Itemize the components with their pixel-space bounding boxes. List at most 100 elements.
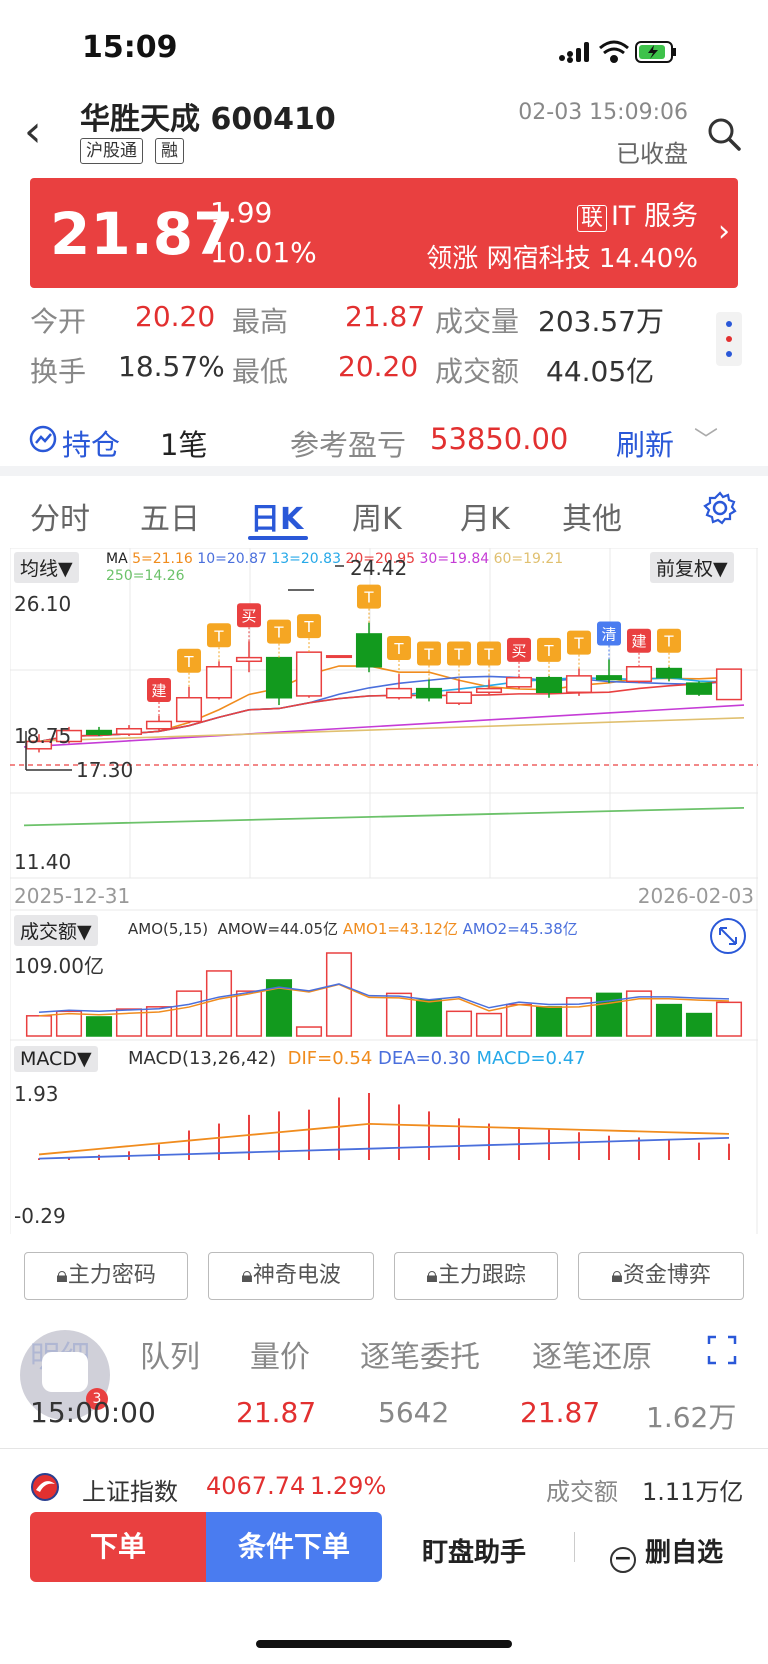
macd-y-top: 1.93 (14, 1082, 59, 1106)
price-change-pct: 10.01% (210, 236, 317, 269)
max-price-label: 24.42 (350, 556, 408, 580)
amount-bar (85, 1016, 113, 1037)
date-end: 2026-02-03 (637, 884, 754, 908)
tab-volume-price[interactable]: 量价 (250, 1332, 310, 1376)
status-icons (559, 40, 676, 63)
quote-stats: 今开 20.20 最高 21.87 成交量 203.57万 换手 18.57% … (30, 300, 730, 400)
leader-pct: 14.40% (598, 244, 698, 274)
ma30-value: 30=19.84 (419, 551, 490, 567)
date-start: 2025-12-31 (14, 884, 131, 908)
turnover-label: 换手 (30, 355, 87, 388)
settings-gear-icon[interactable] (702, 490, 738, 526)
amo-label: AMO(5,15) (128, 920, 209, 938)
holding-row[interactable]: 持仓 1笔 参考盈亏 53850.00 刷新 ﹀ (0, 416, 768, 466)
candle-body (715, 668, 743, 701)
ma5-value: 5=21.16 (132, 551, 193, 567)
tab-weekly-k[interactable]: 周K (352, 494, 402, 538)
search-icon[interactable] (706, 116, 742, 152)
main-code-button[interactable]: 🔒︎主力密码 (24, 1252, 188, 1300)
candle-body (655, 667, 683, 679)
candle-body (355, 633, 383, 668)
holding-icon (29, 425, 57, 453)
wifi-icon (599, 40, 629, 63)
adjust-button[interactable]: 前复权▼ (650, 552, 734, 583)
more-menu-icon[interactable] (716, 312, 742, 366)
order-button[interactable]: 下单 (30, 1512, 206, 1582)
amount-value: 44.05亿 (546, 355, 655, 388)
index-amount: 1.11万亿 (642, 1478, 744, 1506)
holding-count: 1笔 (160, 428, 208, 462)
trade-price-2: 21.87 (520, 1396, 601, 1429)
candle-body (505, 676, 533, 688)
low-label: 最低 (232, 355, 289, 388)
leader-label: 领涨 (426, 244, 479, 274)
signal-text: 买 (511, 642, 526, 660)
signal-text: T (393, 640, 404, 658)
status-time: 15:09 (82, 30, 178, 65)
divider (574, 1532, 575, 1562)
ma250-value: 250=14.26 (106, 568, 185, 584)
divider (0, 1448, 768, 1449)
amount-bar (295, 1026, 323, 1037)
high-value: 21.87 (345, 300, 426, 333)
conditional-order-button[interactable]: 条件下单 (206, 1512, 382, 1582)
expand-circle-icon[interactable] (708, 916, 748, 956)
tab-monthly-k[interactable]: 月K (460, 494, 510, 538)
divider (0, 466, 768, 476)
tab-tick-replay[interactable]: 逐笔还原 (532, 1332, 652, 1376)
amount-indicator-button[interactable]: 成交额▼ (14, 915, 98, 946)
amount-bar (25, 1015, 53, 1037)
ma60-value: 60=19.21 (493, 551, 564, 567)
sector-link[interactable]: 联 IT 服务 (576, 194, 698, 233)
status-bar: 15:09 (0, 0, 768, 90)
y-axis-mid: 18.75 (14, 724, 72, 748)
ma10-value: 10=20.87 (197, 551, 267, 567)
amount-bar (325, 952, 353, 1037)
price-change: 1.99 (210, 196, 273, 229)
ma-indicator-button[interactable]: 均线▼ (14, 552, 79, 583)
minus-circle-icon: − (610, 1547, 636, 1573)
tab-order-by-order[interactable]: 逐笔委托 (360, 1332, 480, 1376)
tag-hk-connect: 沪股通 (80, 138, 143, 164)
refresh-button[interactable]: 刷新 (616, 422, 674, 464)
candle-body (565, 675, 593, 694)
tab-other[interactable]: 其他 (562, 494, 622, 538)
candle-body (295, 651, 323, 697)
trade-time: 15:00:00 (30, 1396, 156, 1429)
open-label: 今开 (30, 305, 87, 338)
price-banner[interactable]: 21.87 1.99 10.01% 联 IT 服务 领涨 网宿科技 14.40% … (30, 178, 738, 288)
tab-intraday[interactable]: 分时 (30, 494, 90, 538)
amount-bar (235, 990, 263, 1037)
amount-bar (505, 1003, 533, 1037)
candle-body (445, 691, 473, 704)
trade-amount: 1.62万 (646, 1401, 737, 1434)
macd-label: MACD(13,26,42) (128, 1048, 277, 1069)
main-track-button[interactable]: 🔒︎主力跟踪 (394, 1252, 558, 1300)
index-name: 上证指数 (82, 1478, 178, 1506)
back-button[interactable]: ‹ (24, 110, 42, 154)
remove-watchlist-button[interactable]: − 删自选 (610, 1532, 723, 1573)
amow-value: AMOW=44.05亿 (217, 920, 339, 938)
amount-bar (445, 1010, 473, 1037)
chevron-down-icon[interactable]: ﹀ (694, 420, 718, 455)
high-label: 最高 (232, 305, 289, 338)
index-value: 4067.74 (206, 1472, 306, 1500)
tab-queue[interactable]: 队列 (140, 1332, 200, 1376)
low-value: 20.20 (338, 350, 419, 383)
index-bar[interactable]: 上证指数 4067.74 1.29% 成交额 1.11万亿 (0, 1458, 768, 1518)
tab-daily-k[interactable]: 日K (250, 494, 303, 538)
fullscreen-icon[interactable] (706, 1334, 738, 1366)
chevron-right-icon[interactable]: › (718, 214, 730, 249)
ma-legend-label: MA (106, 551, 128, 567)
kline-chart-area[interactable]: 建TT买TTTTTTT买TT清建T 均线▼ MA 5=21.16 10=20.8… (10, 548, 758, 1234)
pnl-value: 53850.00 (430, 422, 569, 456)
battery-icon (635, 41, 676, 63)
macd-indicator-button[interactable]: MACD▼ (14, 1046, 98, 1072)
y-axis-top: 26.10 (14, 592, 72, 616)
fund-game-button[interactable]: 🔒︎资金博弈 (578, 1252, 744, 1300)
magic-wave-button[interactable]: 🔒︎神奇电波 (208, 1252, 374, 1300)
candle-body (625, 665, 653, 683)
amount-bar (655, 1003, 683, 1037)
watch-helper-button[interactable]: 盯盘助手 (422, 1532, 526, 1569)
tab-5day[interactable]: 五日 (140, 494, 200, 538)
